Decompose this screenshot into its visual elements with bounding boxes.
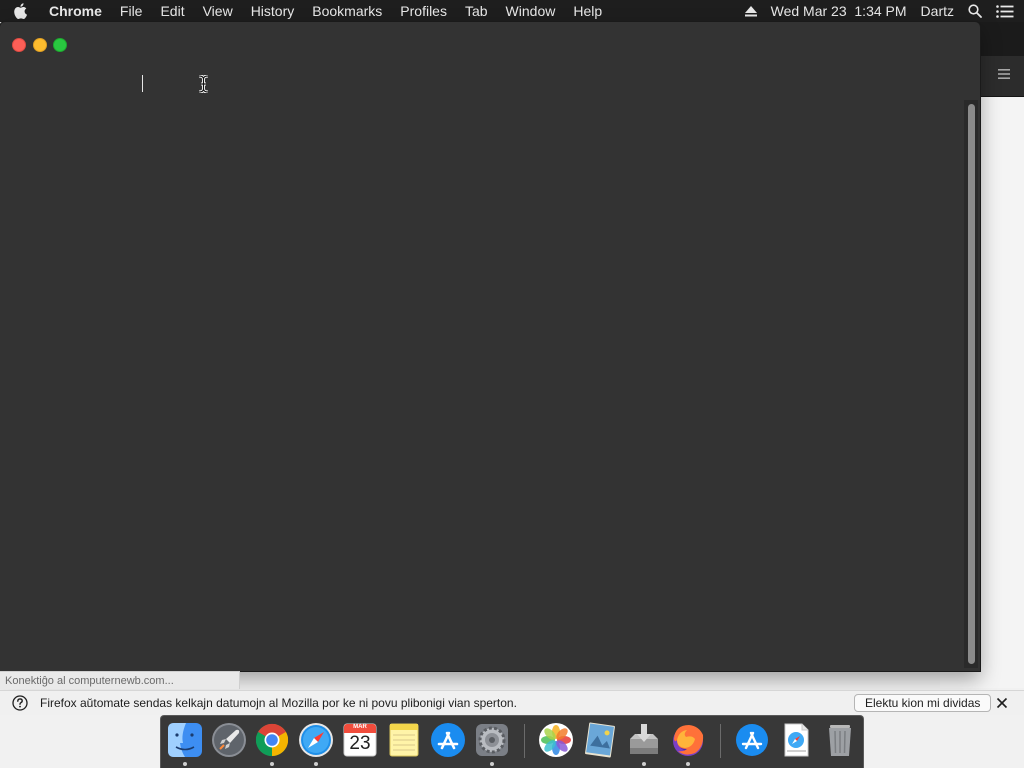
chrome-window bbox=[0, 22, 980, 671]
menu-help[interactable]: Help bbox=[564, 0, 611, 22]
ibeam-cursor-icon bbox=[198, 74, 209, 94]
notes-icon[interactable] bbox=[385, 721, 423, 759]
vertical-scrollbar[interactable] bbox=[964, 100, 978, 668]
calendar-day-label: 23 bbox=[349, 733, 371, 754]
app-store-download-icon[interactable] bbox=[733, 721, 771, 759]
notification-center-icon[interactable] bbox=[996, 4, 1014, 18]
menu-user[interactable]: Dartz bbox=[921, 3, 954, 19]
question-mark-icon bbox=[12, 695, 28, 711]
firefox-running-indicator bbox=[686, 762, 690, 766]
window-minimize-button[interactable] bbox=[33, 38, 47, 52]
apple-menu-icon[interactable] bbox=[0, 3, 40, 19]
installer-icon[interactable] bbox=[625, 721, 663, 759]
close-notification-icon[interactable] bbox=[996, 697, 1008, 709]
menu-clock[interactable]: Wed Mar 23 1:34 PM bbox=[771, 3, 907, 19]
data-collection-notification-bar: Firefox aŭtomate sendas kelkajn datumojn… bbox=[0, 690, 1024, 715]
preview-icon[interactable] bbox=[581, 721, 619, 759]
menu-view[interactable]: View bbox=[194, 0, 242, 22]
eject-icon[interactable] bbox=[744, 5, 757, 17]
safari-icon[interactable] bbox=[297, 721, 335, 759]
window-close-button[interactable] bbox=[12, 38, 26, 52]
menu-bookmarks[interactable]: Bookmarks bbox=[303, 0, 391, 22]
choose-what-i-share-button[interactable]: Elektu kion mi dividas bbox=[854, 694, 992, 712]
safari-running-indicator bbox=[314, 762, 318, 766]
menu-window[interactable]: Window bbox=[497, 0, 565, 22]
finder-icon[interactable] bbox=[166, 721, 204, 759]
calendar-month-label: MAR bbox=[353, 724, 367, 730]
window-zoom-button[interactable] bbox=[53, 38, 67, 52]
menu-history[interactable]: History bbox=[242, 0, 304, 22]
safari-download-icon[interactable] bbox=[777, 721, 815, 759]
menu-tab[interactable]: Tab bbox=[456, 0, 497, 22]
photos-icon[interactable] bbox=[537, 721, 575, 759]
firefox-icon[interactable] bbox=[669, 721, 707, 759]
dock: MAR 23 bbox=[160, 715, 864, 768]
dock-separator bbox=[524, 724, 525, 758]
menu-edit[interactable]: Edit bbox=[151, 0, 193, 22]
app-store-icon[interactable] bbox=[429, 721, 467, 759]
calendar-icon[interactable]: MAR 23 bbox=[341, 721, 379, 759]
status-line: Konektiĝo al computernewb.com... bbox=[0, 671, 240, 689]
scrollbar-thumb[interactable] bbox=[968, 104, 975, 664]
menu-app-name[interactable]: Chrome bbox=[40, 0, 111, 22]
notification-message: Firefox aŭtomate sendas kelkajn datumojn… bbox=[40, 696, 517, 710]
chrome-icon[interactable] bbox=[253, 721, 291, 759]
dock-separator bbox=[720, 724, 721, 758]
chrome-running-indicator bbox=[270, 762, 274, 766]
system-preferences-running-indicator bbox=[490, 762, 494, 766]
launchpad-icon[interactable] bbox=[210, 721, 248, 759]
finder-running-indicator bbox=[183, 762, 187, 766]
hamburger-menu-icon[interactable] bbox=[996, 66, 1012, 82]
menu-file[interactable]: File bbox=[111, 0, 152, 22]
trash-icon[interactable] bbox=[821, 721, 859, 759]
menu-profiles[interactable]: Profiles bbox=[391, 0, 456, 22]
spotlight-search-icon[interactable] bbox=[968, 4, 982, 18]
text-cursor bbox=[142, 75, 143, 92]
menu-bar: Chrome File Edit View History Bookmarks … bbox=[0, 0, 1024, 22]
system-preferences-icon[interactable] bbox=[473, 721, 511, 759]
installer-running-indicator bbox=[642, 762, 646, 766]
